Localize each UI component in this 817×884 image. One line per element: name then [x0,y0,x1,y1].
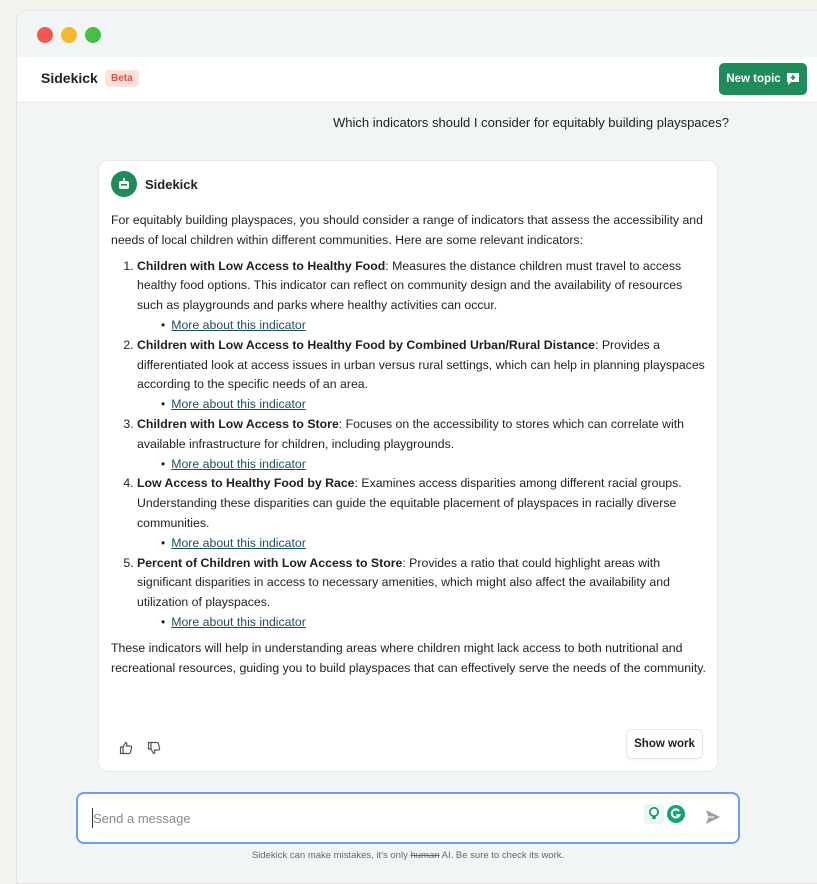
indicator-link[interactable]: More about this indicator [171,397,306,411]
assistant-response: For equitably building playspaces, you s… [111,211,707,678]
indicator-link-item: More about this indicator [161,395,707,415]
message-input[interactable] [92,808,632,828]
indicator-title: Children with Low Access to Healthy Food… [137,337,596,352]
disclaimer-struck-word: human [410,850,440,861]
message-composer [76,792,740,844]
show-work-button[interactable]: Show work [626,729,703,759]
feedback-controls [119,741,161,755]
beta-badge: Beta [105,70,139,87]
send-icon[interactable] [704,808,722,826]
user-message: Which indicators should I consider for e… [333,115,729,130]
indicator-item: Percent of Children with Low Access to S… [137,554,707,633]
window-minimize-button[interactable] [61,27,77,43]
window-titlebar [17,11,817,57]
indicator-link-item: More about this indicator [161,455,707,475]
disclaimer-text-after: AI. Be sure to check its work. [439,850,565,861]
app-header: Sidekick Beta New topic [17,57,817,103]
indicator-link[interactable]: More about this indicator [171,318,306,332]
window-maximize-button[interactable] [85,27,101,43]
indicator-link-item: More about this indicator [161,316,707,336]
new-topic-button[interactable]: New topic [719,63,807,95]
new-topic-label: New topic [726,73,781,85]
response-outro: These indicators will help in understand… [111,640,706,675]
composer-extensions [644,804,686,824]
disclaimer-text-before: Sidekick can make mistakes, it's only [251,850,411,861]
indicator-title: Percent of Children with Low Access to S… [137,555,403,570]
indicator-link[interactable]: More about this indicator [171,457,306,471]
robot-icon [111,171,137,197]
indicator-item: Low Access to Healthy Food by Race: Exam… [137,474,707,553]
assistant-header: Sidekick [111,171,198,197]
grammarly-icon[interactable] [666,804,686,824]
assistant-name: Sidekick [145,176,198,192]
indicator-item: Children with Low Access to Store: Focus… [137,415,707,474]
indicator-item: Children with Low Access to Healthy Food… [137,257,707,336]
indicator-link-item: More about this indicator [161,534,707,554]
thumbs-down-icon[interactable] [147,741,161,755]
chat-plus-icon [786,73,799,85]
indicator-link-item: More about this indicator [161,613,707,633]
indicator-list: Children with Low Access to Healthy Food… [137,257,707,633]
indicator-title: Children with Low Access to Healthy Food [137,258,386,273]
response-intro: For equitably building playspaces, you s… [111,213,703,247]
window-close-button[interactable] [37,27,53,43]
disclaimer: Sidekick can make mistakes, it's only hu… [76,850,740,861]
assistant-message-card: Sidekick For equitably building playspac… [98,160,718,772]
indicator-title: Children with Low Access to Store [137,416,339,431]
indicator-link[interactable]: More about this indicator [171,536,306,550]
indicator-title: Low Access to Healthy Food by Race [137,476,355,491]
app-brand: Sidekick [41,70,98,86]
thumbs-up-icon[interactable] [119,741,133,755]
indicator-link[interactable]: More about this indicator [171,615,306,629]
lightbulb-extension-icon[interactable] [644,804,664,824]
indicator-item: Children with Low Access to Healthy Food… [137,336,707,415]
